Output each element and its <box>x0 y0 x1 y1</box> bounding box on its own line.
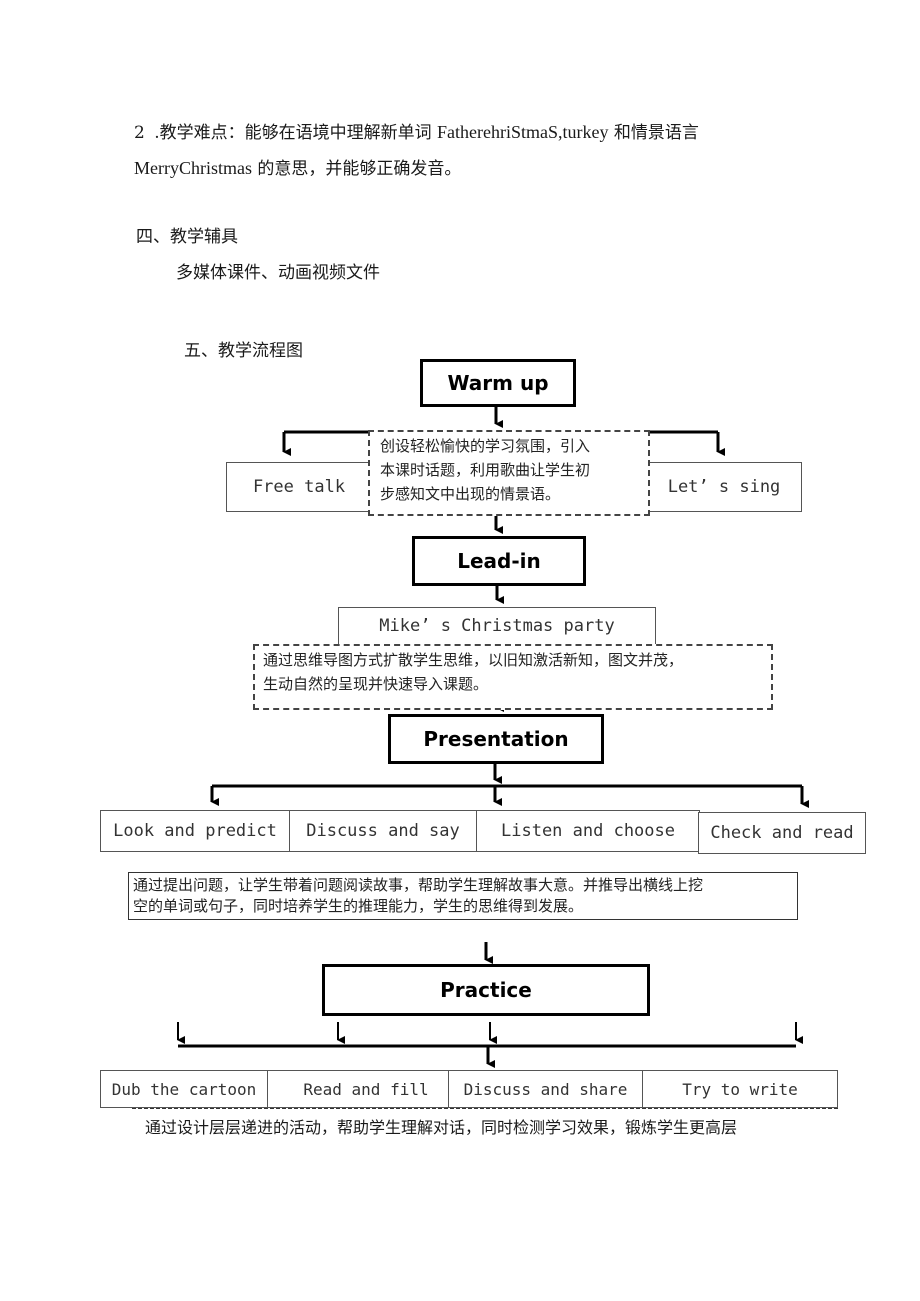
activity-free-talk: Free talk <box>226 462 372 512</box>
stage-leadin: Lead-in <box>412 536 586 586</box>
activity-look-and-predict: Look and predict <box>100 810 290 852</box>
activity-discuss-and-share: Discuss and share <box>448 1070 643 1108</box>
presentation-note-line: 通过提出问题，让学生带着问题阅读故事，帮助学生理解故事大意。并推导出横线上挖 <box>133 876 704 894</box>
stage-presentation: Presentation <box>388 714 604 764</box>
activity-listen-and-choose: Listen and choose <box>476 810 700 852</box>
leadin-note-line: 生动自然的呈现并快速导入课题。 <box>263 675 489 693</box>
practice-note: 通过设计层层递进的活动，帮助学生理解对话，同时检测学习效果，锻炼学生更高层 <box>145 1118 738 1137</box>
presentation-note-line: 空的单词或句子，同时培养学生的推理能力，学生的思维得到发展。 <box>133 897 584 915</box>
activity-dub-the-cartoon: Dub the cartoon <box>100 1070 268 1108</box>
warmup-note-line: 步感知文中出现的情景语。 <box>380 485 561 503</box>
presentation-note: 通过提出问题，让学生带着问题阅读故事，帮助学生理解故事大意。并推导出横线上挖 空… <box>128 872 798 920</box>
warmup-note-line: 本课时话题，利用歌曲让学生初 <box>380 461 591 479</box>
stage-warmup: Warm up <box>420 359 576 407</box>
activity-mikes-christmas-party: Mike’ s Christmas party <box>338 607 656 645</box>
activity-read-and-fill: Read and fill <box>267 1070 449 1108</box>
activity-check-and-read: Check and read <box>698 812 866 854</box>
stage-practice: Practice <box>322 964 650 1016</box>
leadin-note-line: 通过思维导图方式扩散学生思维，以旧知激活新知，图文并茂， <box>263 651 684 669</box>
activity-try-to-write: Try to write <box>642 1070 838 1108</box>
activity-lets-sing: Let’ s sing <box>646 462 802 512</box>
warmup-note: 创设轻松愉快的学习氛围，引入 本课时话题，利用歌曲让学生初 步感知文中出现的情景… <box>368 430 650 516</box>
activity-discuss-and-say: Discuss and say <box>289 810 477 852</box>
leadin-note: 通过思维导图方式扩散学生思维，以旧知激活新知，图文并茂， 生动自然的呈现并快速导… <box>253 644 773 710</box>
warmup-note-line: 创设轻松愉快的学习氛围，引入 <box>380 437 591 455</box>
